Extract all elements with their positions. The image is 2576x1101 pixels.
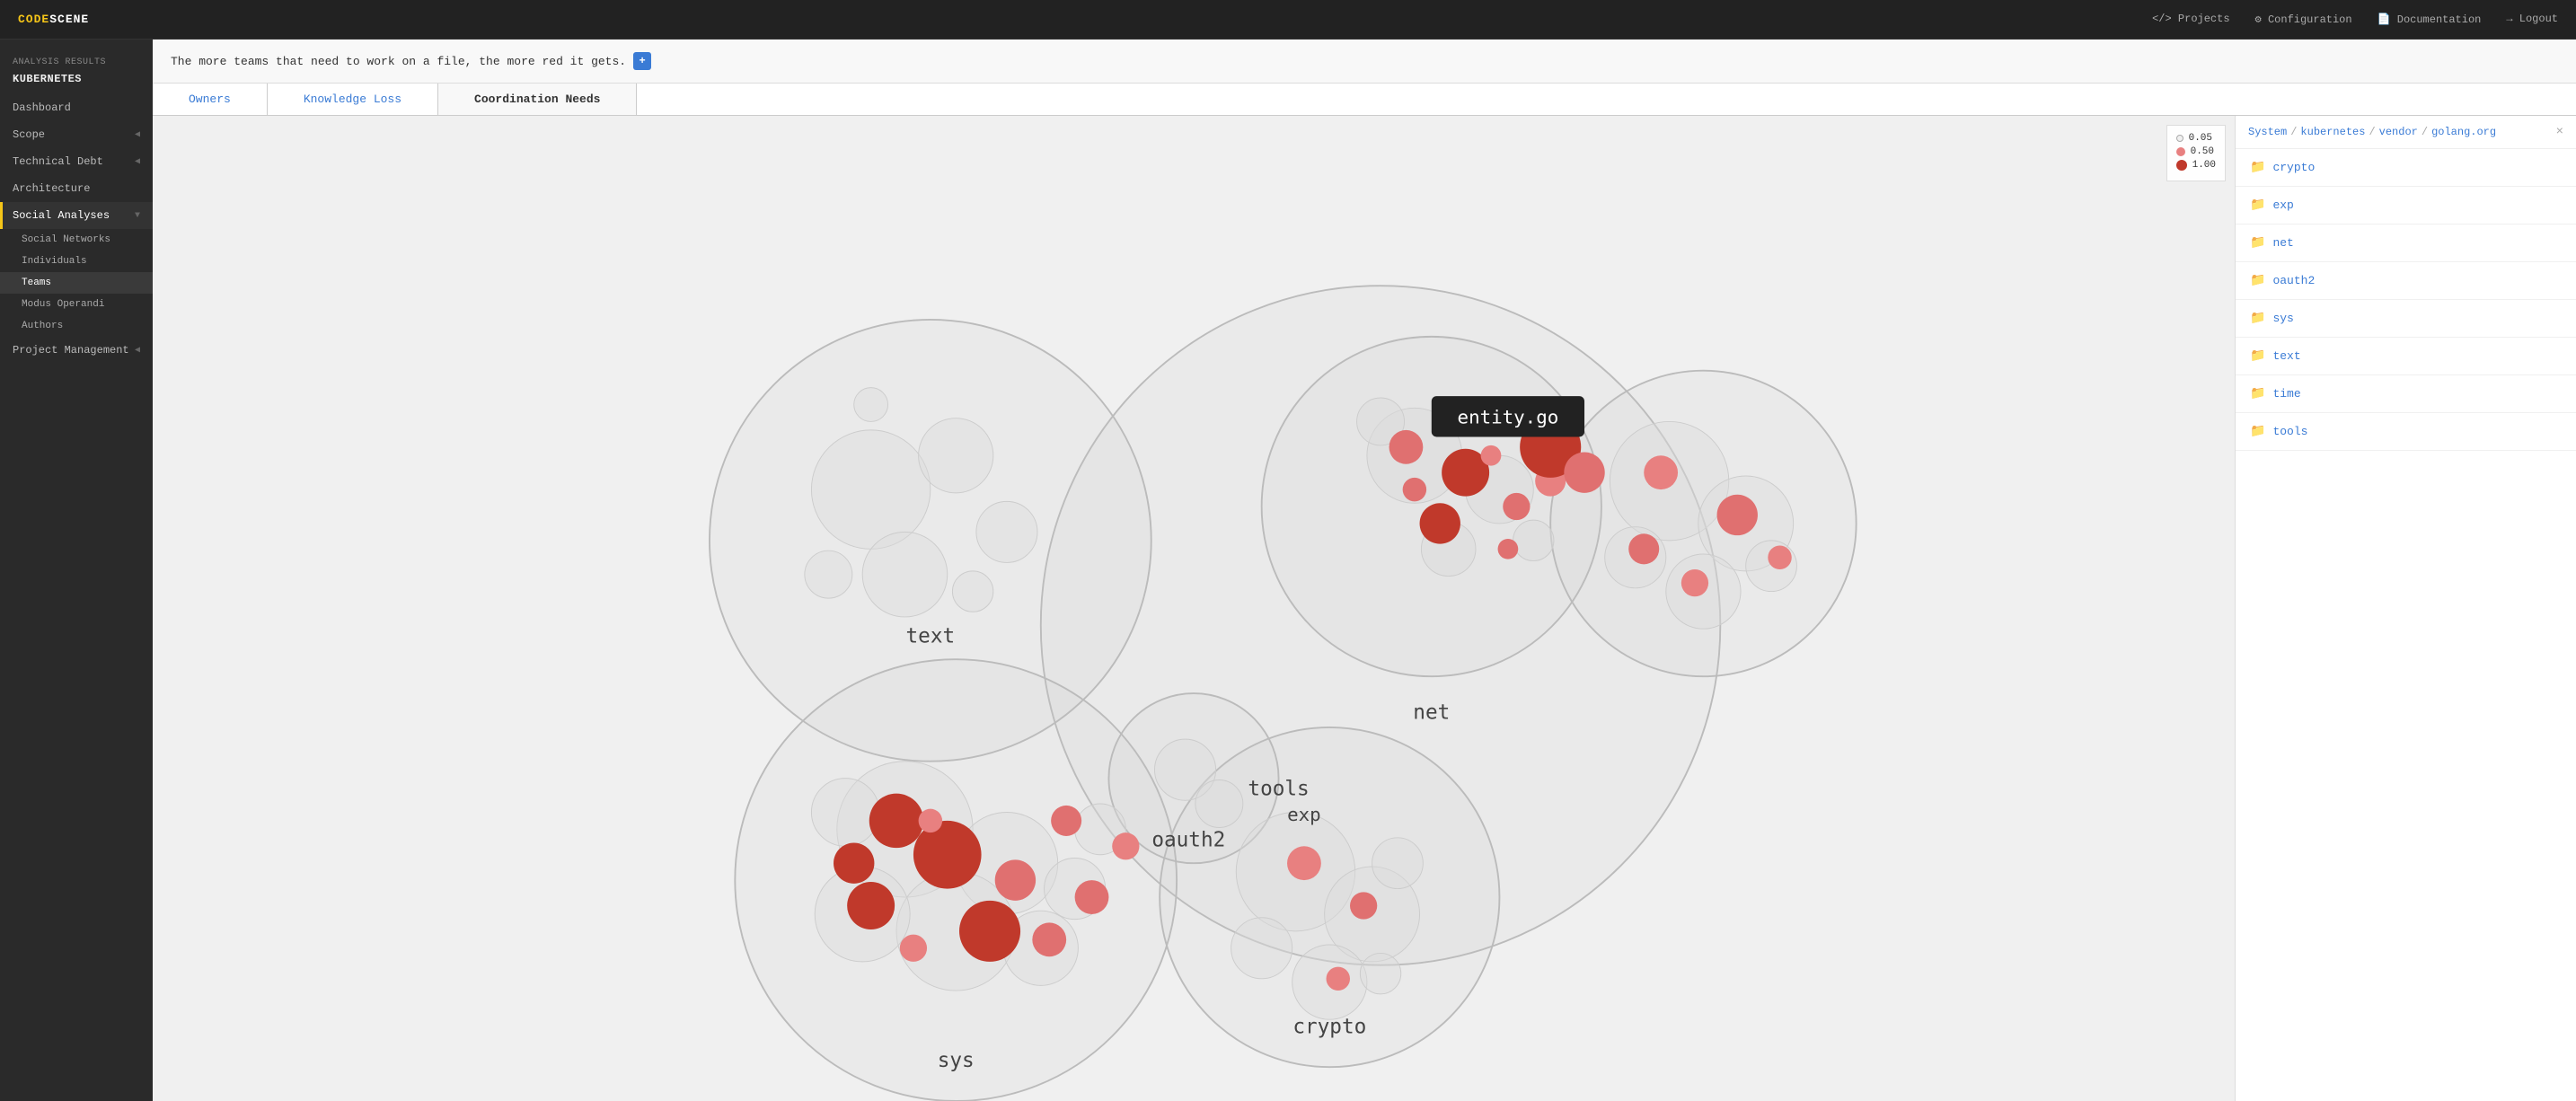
folder-item-time[interactable]: 📁 time	[2236, 375, 2576, 413]
folder-name: sys	[2272, 312, 2293, 325]
folder-icon: 📁	[2250, 235, 2265, 251]
scope-arrow-icon: ◀	[135, 129, 140, 140]
documentation-link[interactable]: 📄 Documentation	[2378, 13, 2482, 26]
folder-item-text[interactable]: 📁 text	[2236, 338, 2576, 375]
breadcrumb: System / kubernetes / vendor / golang.or…	[2236, 116, 2576, 149]
legend-dot-large	[2176, 160, 2187, 171]
config-icon: ⚙	[2255, 13, 2268, 26]
tab-owners[interactable]: Owners	[153, 84, 268, 115]
breadcrumb-sep-3: /	[2422, 126, 2428, 138]
projects-icon: </>	[2152, 13, 2178, 25]
folder-name: exp	[2272, 198, 2293, 212]
folder-icon: 📁	[2250, 198, 2265, 213]
legend-dot-small	[2176, 135, 2183, 142]
content-header: The more teams that need to work on a fi…	[153, 40, 2576, 84]
nav-links: </> Projects ⚙ Configuration 📄 Documenta…	[2152, 13, 2558, 26]
sidebar-project-name: KUBERNETES	[0, 71, 153, 94]
right-panel: System / kubernetes / vendor / golang.or…	[2235, 116, 2576, 1101]
doc-icon: 📄	[2378, 13, 2397, 26]
folder-name: tools	[2272, 425, 2307, 438]
logout-link[interactable]: → Logout	[2506, 13, 2558, 26]
info-button[interactable]: +	[633, 52, 651, 70]
configuration-link[interactable]: ⚙ Configuration	[2255, 13, 2352, 26]
folder-name: time	[2272, 387, 2300, 401]
sidebar-item-social-networks[interactable]: Social Networks	[0, 229, 153, 251]
app-logo: CODESCENE	[18, 13, 89, 26]
header-text: The more teams that need to work on a fi…	[171, 55, 626, 68]
project-mgmt-arrow-icon: ◀	[135, 345, 140, 356]
folder-item-exp[interactable]: 📁 exp	[2236, 187, 2576, 225]
breadcrumb-sep-2: /	[2369, 126, 2375, 138]
sidebar-item-teams[interactable]: Teams	[0, 272, 153, 294]
folder-list: 📁 crypto 📁 exp 📁 net 📁 oauth2 📁 sys 📁 text 📁 time 📁 too…	[2236, 149, 2576, 1101]
breadcrumb-golang-org[interactable]: golang.org	[2431, 126, 2496, 138]
svg-text:exp: exp	[1287, 804, 1321, 825]
folder-item-net[interactable]: 📁 net	[2236, 225, 2576, 262]
svg-text:tools: tools	[1248, 778, 1309, 801]
svg-text:text: text	[906, 624, 956, 647]
svg-text:oauth2: oauth2	[1151, 828, 1225, 851]
content-area: The more teams that need to work on a fi…	[153, 40, 2576, 1101]
folder-icon: 📁	[2250, 386, 2265, 401]
legend-item-large: 1.00	[2176, 160, 2216, 171]
svg-text:entity.go: entity.go	[1458, 406, 1559, 427]
sidebar-item-technical-debt[interactable]: Technical Debt ◀	[0, 148, 153, 175]
legend-item-small: 0.05	[2176, 133, 2216, 144]
breadcrumb-system[interactable]: System	[2248, 126, 2287, 138]
folder-name: net	[2272, 236, 2293, 250]
chart-legend: 0.05 0.50 1.00	[2166, 125, 2226, 181]
folder-name: text	[2272, 349, 2300, 363]
folder-item-oauth2[interactable]: 📁 oauth2	[2236, 262, 2576, 300]
svg-text:net: net	[1413, 700, 1450, 724]
folder-icon: 📁	[2250, 160, 2265, 175]
folder-item-sys[interactable]: 📁 sys	[2236, 300, 2576, 338]
legend-dot-medium	[2176, 147, 2185, 156]
visualization-area: entity.go	[153, 116, 2576, 1101]
logo-highlight: CODE	[18, 13, 49, 26]
sidebar-item-architecture[interactable]: Architecture	[0, 175, 153, 202]
breadcrumb-sep-1: /	[2290, 126, 2297, 138]
tab-bar: Owners Knowledge Loss Coordination Needs	[153, 84, 2576, 116]
folder-icon: 📁	[2250, 311, 2265, 326]
top-navigation: CODESCENE </> Projects ⚙ Configuration 📄…	[0, 0, 2576, 40]
logout-icon: →	[2506, 13, 2519, 25]
breadcrumb-vendor[interactable]: vendor	[2379, 126, 2418, 138]
sidebar-item-modus-operandi[interactable]: Modus Operandi	[0, 294, 153, 315]
sidebar-item-project-management[interactable]: Project Management ◀	[0, 337, 153, 364]
folder-icon: 📁	[2250, 273, 2265, 288]
sidebar: ANALYSIS RESULTS KUBERNETES Dashboard Sc…	[0, 40, 153, 1101]
sidebar-item-individuals[interactable]: Individuals	[0, 251, 153, 272]
svg-text:crypto: crypto	[1292, 1015, 1366, 1038]
sidebar-item-social-analyses[interactable]: Social Analyses ▼	[0, 202, 153, 229]
folder-item-tools[interactable]: 📁 tools	[2236, 413, 2576, 451]
folder-name: crypto	[2272, 161, 2315, 174]
folder-icon: 📁	[2250, 424, 2265, 439]
folder-item-crypto[interactable]: 📁 crypto	[2236, 149, 2576, 187]
social-analyses-arrow-icon: ▼	[135, 211, 140, 221]
bubble-chart[interactable]: entity.go	[153, 116, 2235, 1101]
folder-name: oauth2	[2272, 274, 2315, 287]
sidebar-item-scope[interactable]: Scope ◀	[0, 121, 153, 148]
tab-knowledge-loss[interactable]: Knowledge Loss	[268, 84, 438, 115]
projects-link[interactable]: </> Projects	[2152, 13, 2229, 26]
tab-coordination-needs[interactable]: Coordination Needs	[438, 84, 637, 115]
tech-debt-arrow-icon: ◀	[135, 156, 140, 167]
sidebar-item-authors[interactable]: Authors	[0, 315, 153, 337]
breadcrumb-kubernetes[interactable]: kubernetes	[2300, 126, 2365, 138]
folder-icon: 📁	[2250, 348, 2265, 364]
sidebar-section-title: ANALYSIS RESULTS	[0, 48, 153, 71]
breadcrumb-close-button[interactable]: ×	[2556, 125, 2563, 139]
svg-text:sys: sys	[938, 1049, 975, 1072]
legend-item-medium: 0.50	[2176, 146, 2216, 157]
sidebar-item-dashboard[interactable]: Dashboard	[0, 94, 153, 121]
